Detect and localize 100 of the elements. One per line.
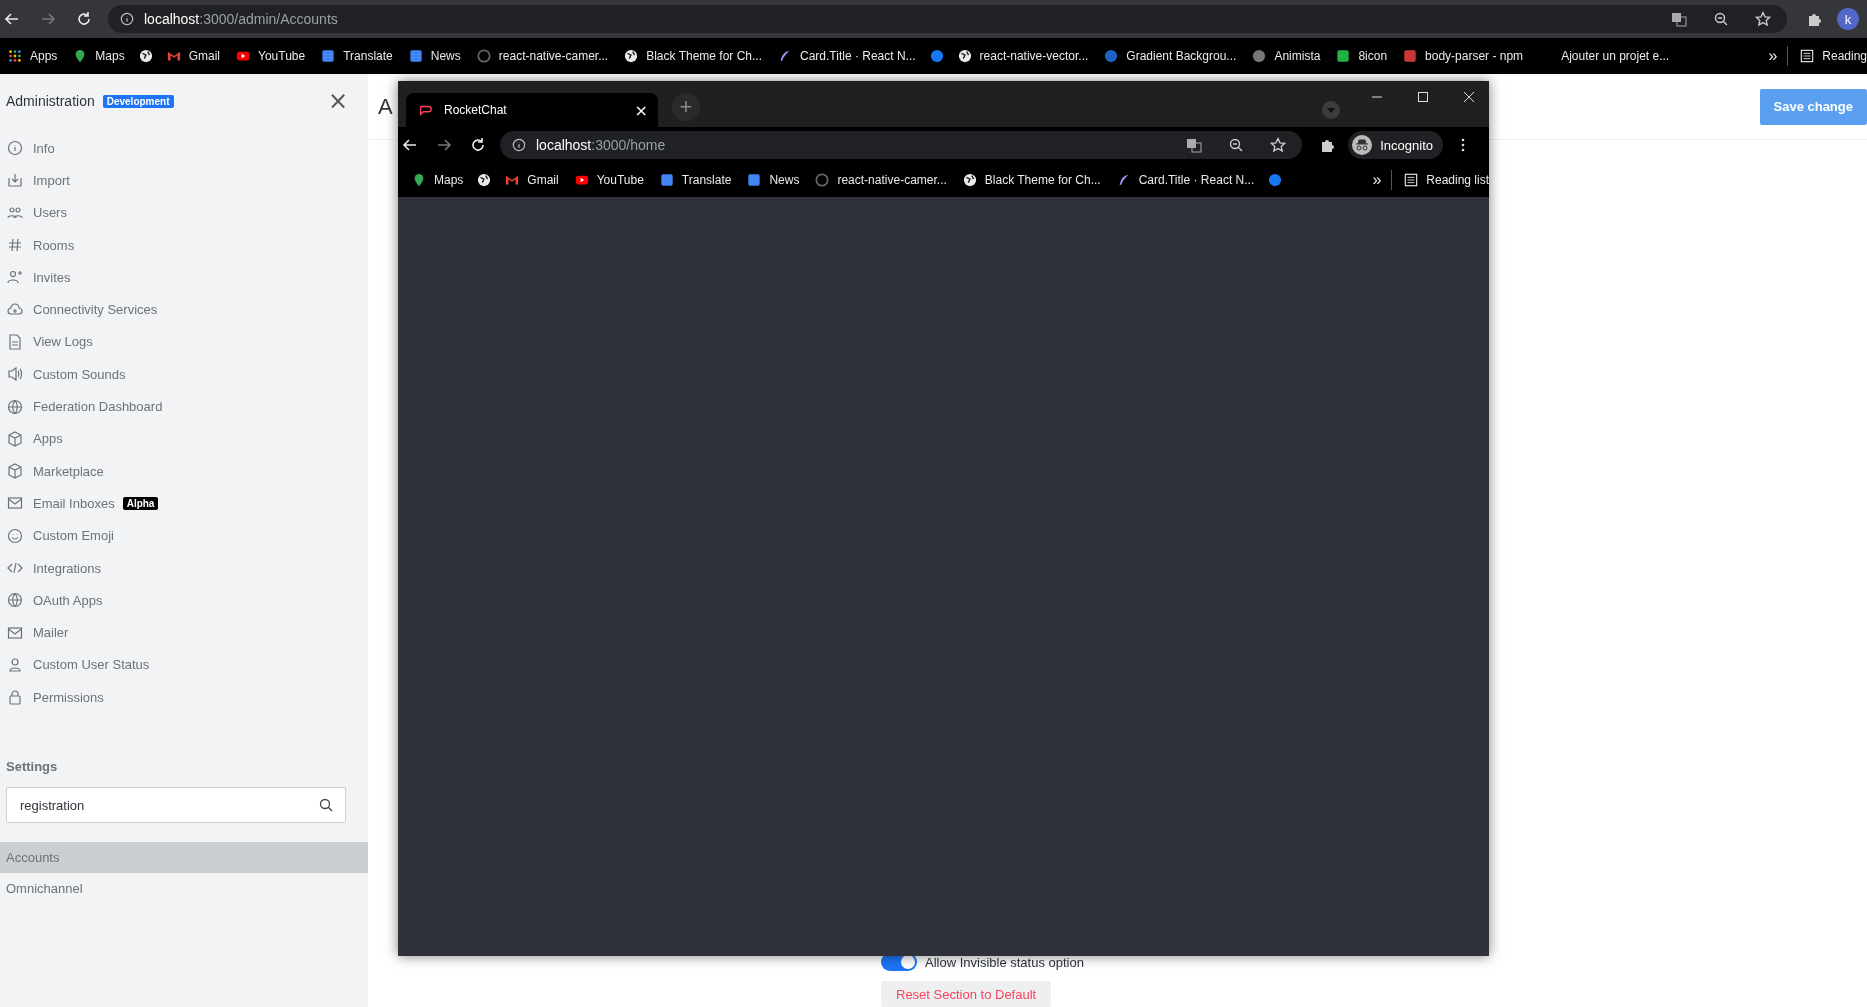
lock-icon [7,689,23,706]
envelope-icon [166,49,181,63]
circle-icon [1252,49,1267,63]
square-icon [747,173,762,187]
search-icon [318,797,334,814]
sidebar-item[interactable]: Email Inboxes Alpha [0,487,368,520]
new-tab-button[interactable]: + [672,93,700,121]
cube-icon [7,463,23,480]
url-text: localhost:3000/home [536,137,666,153]
grid-icon [8,49,22,63]
incognito-icon [1352,135,1373,155]
sidebar-item[interactable]: Custom Sounds [0,358,368,391]
forward-icon[interactable] [436,137,452,153]
bookmark[interactable]: News [400,42,469,70]
info-icon [120,12,134,26]
incognito-button[interactable]: Incognito [1348,131,1443,159]
close-tab-button[interactable]: × [634,100,648,120]
reload-icon[interactable] [470,137,486,153]
cube-icon [7,430,23,447]
url-text: localhost:3000/admin/Accounts [144,11,338,27]
sidebar-item[interactable]: View Logs [0,325,368,359]
address-bar[interactable]: localhost:3000/admin/Accounts [108,5,1787,33]
settings-group-item[interactable]: Omnichannel [0,873,368,905]
bookmark[interactable]: Gradient Backgrou... [1096,42,1245,70]
bookmark[interactable]: Black Theme for Ch... [954,166,1109,194]
sidebar-item[interactable]: Info [0,132,368,165]
bookmark[interactable]: react-native-camer... [468,42,617,70]
bookmark[interactable]: YouTube [566,166,652,194]
download-icon [7,172,23,189]
bookmark[interactable]: Black Theme for Ch... [616,42,770,70]
sidebar-item[interactable]: Federation Dashboard [0,390,368,423]
bookmark[interactable]: 8icon [1328,42,1396,70]
address-bar[interactable]: localhost:3000/home [500,131,1303,159]
star-icon[interactable] [1755,11,1771,27]
sidebar-item[interactable]: Custom User Status [0,648,368,682]
bookmark[interactable]: Maps [65,42,133,70]
bookmark[interactable]: Translate [313,42,401,70]
sidebar-item[interactable]: Permissions [0,681,368,714]
close-icon[interactable] [1463,91,1475,103]
profile-avatar[interactable]: k [1837,8,1859,30]
sidebar-item[interactable]: Custom Emoji [0,519,368,552]
alpha-badge: Alpha [122,496,159,510]
reload-icon[interactable] [76,11,92,27]
search-field[interactable]: registration [6,787,346,824]
section-heading: Settings [5,759,59,775]
maximize-icon[interactable] [1417,91,1429,103]
bookmark[interactable]: react-native-camer... [807,166,955,194]
sidebar-item[interactable]: Integrations [0,551,368,585]
bookmark[interactable]: body-parser - npm [1395,42,1532,70]
user-icon [7,656,23,673]
bookmark[interactable]: Ajouter un projet e... [1531,42,1688,70]
back-icon[interactable] [4,11,20,27]
square-icon [321,49,336,63]
sidebar-item[interactable]: OAuth Apps [0,584,368,617]
bookmark[interactable]: Card.Title · React N... [770,42,924,70]
info-icon [512,138,526,152]
document-icon [7,333,23,350]
sidebar-item[interactable]: Connectivity Services [0,293,368,326]
sidebar-item[interactable]: Import [0,164,368,197]
smiley-icon [7,527,23,544]
puzzle-icon[interactable] [1320,137,1337,153]
sidebar-item[interactable]: Mailer [0,616,368,649]
zoom-out-icon[interactable] [1713,11,1729,27]
bookmark[interactable]: Gmail [497,166,567,194]
bookmark[interactable]: Card.Title · React N... [1108,166,1263,194]
back-icon[interactable] [402,137,418,153]
translate-icon[interactable] [1186,137,1203,153]
more-bookmarks-button[interactable]: » [1362,171,1392,189]
reading-list-button[interactable]: Reading [1787,46,1867,66]
bookmark[interactable]: react-native-vector... [949,42,1097,70]
globe-icon [7,398,23,415]
zoom-out-icon[interactable] [1228,137,1245,153]
translate-icon[interactable] [1671,11,1687,27]
square-icon [1403,49,1418,63]
envelope-icon [7,495,23,512]
circle-icon [815,173,830,187]
bookmark[interactable]: Translate [651,166,740,194]
map-pin-icon [412,173,426,187]
sidebar-item[interactable]: Users [0,196,368,229]
star-icon[interactable] [1270,137,1287,153]
close-button[interactable]: × [327,89,348,113]
reading-list-button[interactable]: Reading list [1391,170,1489,190]
sidebar-item[interactable]: Rooms [0,228,368,262]
bookmark[interactable]: YouTube [228,42,314,70]
bookmark[interactable]: News [739,166,808,194]
bookmark[interactable]: Animista [1244,42,1329,70]
sidebar-item[interactable]: Marketplace [0,454,368,488]
hash-icon [7,237,23,254]
toggle-label: Allow Invisible status option [925,954,1084,970]
puzzle-icon[interactable] [1807,11,1823,27]
users-icon [7,204,23,221]
circle-icon [1268,173,1283,187]
browser-tab[interactable]: RocketChat × [406,93,658,127]
sidebar-item[interactable]: Apps [0,422,368,455]
bookmark[interactable]: Maps [404,166,472,194]
bookmark[interactable]: Gmail [158,42,229,70]
bookmark[interactable]: Apps [0,42,66,70]
forward-icon[interactable] [40,11,56,27]
more-bookmarks-button[interactable]: » [1758,47,1788,65]
sidebar-item[interactable]: Invites [0,261,368,294]
